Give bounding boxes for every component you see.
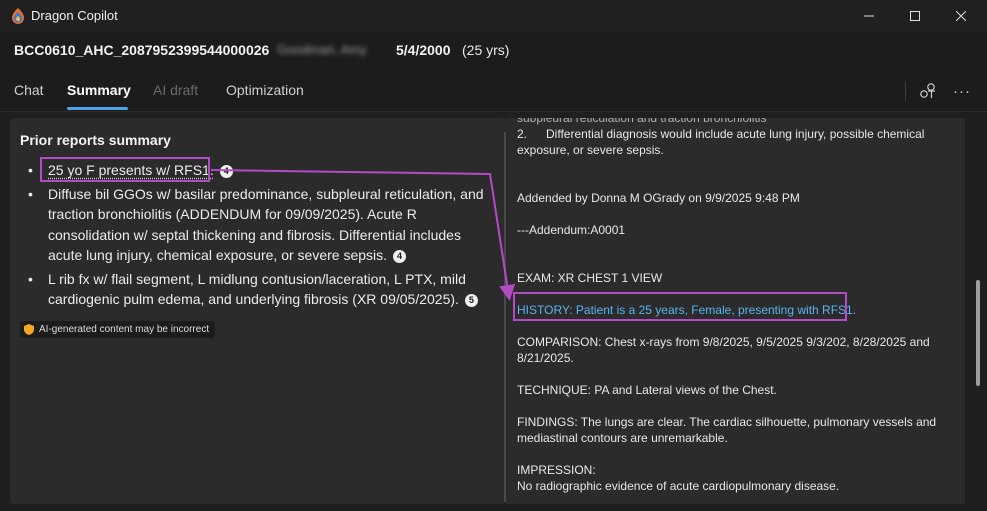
title-bar: Dragon Copilot: [0, 0, 987, 32]
report-item-number: 2.: [517, 127, 528, 141]
shield-icon: [24, 324, 34, 335]
report-line: ---Addendum:A0001: [517, 223, 626, 237]
patient-header: BCC0610_AHC_2087952399544000026 Goodman,…: [0, 32, 987, 70]
report-text: subpleural reticulation and traction bro…: [517, 118, 947, 504]
maximize-button[interactable]: [892, 0, 938, 32]
summary-item: 25 yo F presents w/ RFS1. 4: [26, 160, 486, 181]
summary-panel: Prior reports summary 25 yo F presents w…: [10, 118, 506, 504]
ai-disclaimer-badge: AI-generated content may be incorrect: [20, 321, 216, 338]
more-options-button[interactable]: ···: [951, 80, 973, 102]
close-button[interactable]: [938, 0, 984, 32]
patient-name: Goodman, Amy: [277, 42, 367, 57]
report-line: TECHNIQUE: PA and Lateral views of the C…: [517, 383, 777, 397]
citation-badge[interactable]: 5: [464, 294, 478, 307]
citation-badge[interactable]: 4: [219, 165, 233, 178]
app-title: Dragon Copilot: [31, 8, 118, 23]
report-line: Addended by Donna M OGrady on 9/9/2025 9…: [517, 191, 800, 205]
patient-dob: 5/4/2000: [396, 42, 451, 58]
tab-summary[interactable]: Summary: [67, 82, 131, 98]
summary-item-text: Diffuse bil GGOs w/ basilar predominance…: [48, 185, 484, 264]
tab-bar: Chat Summary AI draft Optimization ···: [0, 70, 987, 112]
report-line: COMPARISON: Chest x-rays from 9/8/2025, …: [517, 335, 930, 365]
report-history-line: HISTORY: Patient is a 25 years, Female, …: [517, 303, 857, 317]
active-tab-indicator: [67, 107, 128, 110]
report-scrollbar-thumb[interactable]: [976, 280, 980, 386]
report-line: 2. Differential diagnosis would include a…: [517, 126, 947, 158]
citation-badge[interactable]: 4: [393, 250, 407, 263]
ai-disclaimer-text: AI-generated content may be incorrect: [39, 324, 210, 335]
dragon-copilot-logo-icon: [12, 8, 24, 24]
share-button[interactable]: [917, 80, 939, 102]
report-line: IMPRESSION:: [517, 463, 596, 477]
summary-item: Diffuse bil GGOs w/ basilar predominance…: [26, 184, 486, 266]
tab-chat[interactable]: Chat: [14, 82, 44, 98]
report-line: FINDINGS: The lungs are clear. The cardi…: [517, 415, 937, 445]
report-line: subpleural reticulation and traction bro…: [517, 118, 767, 125]
minimize-button[interactable]: [846, 0, 892, 32]
close-icon: [956, 11, 966, 21]
main-content: Prior reports summary 25 yo F presents w…: [0, 112, 987, 511]
toolbar-divider: [905, 81, 906, 101]
summary-item-text: L rib fx w/ flail segment, L midlung con…: [48, 270, 466, 308]
report-line: EXAM: XR CHEST 1 VIEW: [517, 271, 663, 285]
tab-optimization[interactable]: Optimization: [226, 82, 304, 98]
report-item-text: Differential diagnosis would include acu…: [517, 127, 925, 157]
share-icon: [920, 83, 935, 98]
summary-item-text[interactable]: 25 yo F presents w/ RFS1.: [48, 162, 214, 178]
summary-item: L rib fx w/ flail segment, L midlung con…: [26, 269, 486, 310]
report-panel: subpleural reticulation and traction bro…: [506, 118, 965, 504]
maximize-icon: [910, 11, 920, 21]
minimize-icon: [864, 15, 874, 17]
summary-list: 25 yo F presents w/ RFS1. 4 Diffuse bil G…: [26, 160, 486, 313]
report-line: No radiographic evidence of acute cardio…: [517, 479, 840, 493]
tab-ai-draft: AI draft: [153, 82, 199, 98]
summary-title: Prior reports summary: [20, 132, 171, 148]
patient-age: (25 yrs): [462, 42, 510, 58]
patient-id: BCC0610_AHC_2087952399544000026: [14, 42, 270, 58]
